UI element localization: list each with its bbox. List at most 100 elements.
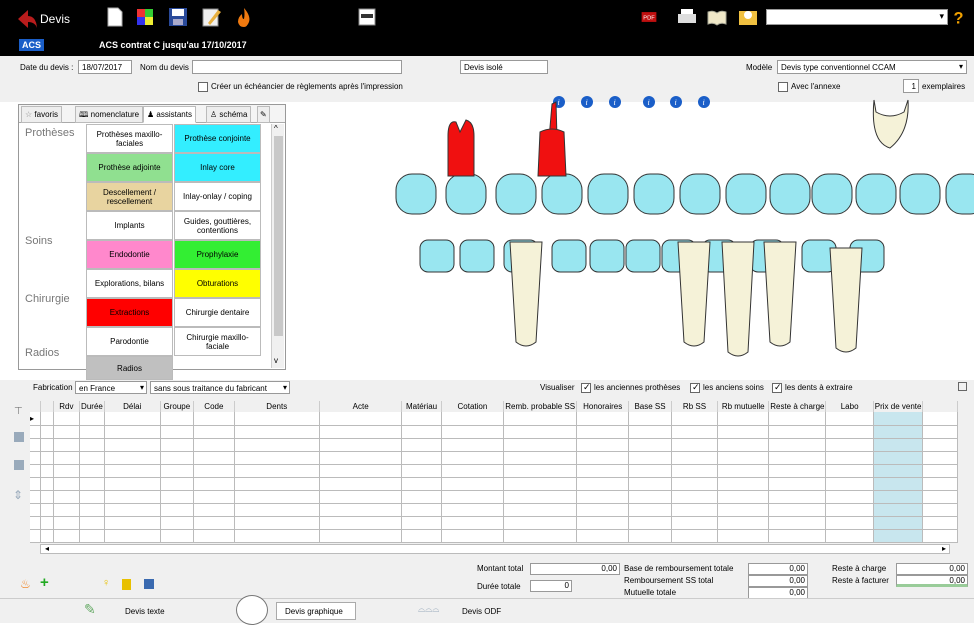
act-button[interactable]: Prothèse conjointe bbox=[174, 124, 261, 153]
table-cell[interactable] bbox=[401, 438, 442, 452]
lower-tooth-natural[interactable] bbox=[509, 241, 543, 347]
table-cell[interactable] bbox=[671, 503, 719, 517]
table-cell[interactable] bbox=[503, 503, 578, 517]
column-header[interactable]: Rb SS bbox=[671, 401, 719, 412]
table-cell[interactable] bbox=[30, 477, 42, 491]
table-cell[interactable] bbox=[628, 503, 672, 517]
table-cell[interactable] bbox=[628, 516, 672, 530]
table-cell[interactable] bbox=[768, 425, 827, 439]
act-button[interactable]: Endodontie bbox=[86, 240, 173, 269]
opt-anciennes-protheses[interactable]: les anciennes prothèses bbox=[581, 381, 680, 394]
table-cell[interactable] bbox=[40, 529, 54, 543]
table-cell[interactable] bbox=[717, 412, 770, 426]
table-cell[interactable] bbox=[873, 490, 924, 504]
upper-tooth-crown[interactable] bbox=[899, 173, 941, 215]
upper-tooth-crown[interactable] bbox=[945, 173, 974, 215]
table-cell[interactable] bbox=[319, 412, 403, 426]
scroll-right-icon[interactable]: ▸ bbox=[942, 544, 946, 553]
table-cell[interactable] bbox=[441, 412, 505, 426]
table-cell[interactable] bbox=[768, 490, 827, 504]
table-cell[interactable] bbox=[873, 438, 924, 452]
column-header[interactable]: Labo bbox=[825, 401, 874, 412]
info-icon[interactable]: i bbox=[609, 96, 621, 108]
table-cell[interactable] bbox=[873, 425, 924, 439]
act-button[interactable]: Chirurgie maxillo-faciale bbox=[174, 327, 261, 356]
table-cell[interactable] bbox=[873, 529, 924, 543]
tab-favoris[interactable]: ☆ favoris bbox=[21, 106, 62, 123]
table-cell[interactable] bbox=[319, 464, 403, 478]
column-header[interactable]: Acte bbox=[319, 401, 403, 412]
table-cell[interactable] bbox=[40, 425, 54, 439]
table-cell[interactable] bbox=[104, 477, 161, 491]
table-cell[interactable] bbox=[79, 503, 105, 517]
type-field[interactable]: Devis isolé bbox=[460, 60, 548, 74]
table-cell[interactable] bbox=[503, 425, 578, 439]
table-cell[interactable] bbox=[79, 477, 105, 491]
table-cell[interactable] bbox=[768, 451, 827, 465]
flame-icon[interactable] bbox=[233, 6, 255, 28]
scroll-thumb[interactable] bbox=[274, 136, 283, 336]
info-icon[interactable]: i bbox=[558, 98, 560, 107]
name-field[interactable] bbox=[192, 60, 402, 74]
echeancier-checkbox[interactable] bbox=[198, 81, 208, 92]
table-cell[interactable] bbox=[768, 503, 827, 517]
move-down-icon[interactable] bbox=[14, 460, 24, 470]
table-cell[interactable] bbox=[628, 464, 672, 478]
extraction-crown[interactable] bbox=[537, 128, 567, 177]
table-cell[interactable] bbox=[441, 516, 505, 530]
table-cell[interactable]: ▸ bbox=[30, 412, 42, 426]
info-icon[interactable]: i bbox=[648, 98, 650, 107]
table-cell[interactable] bbox=[160, 464, 195, 478]
table-cell[interactable] bbox=[717, 438, 770, 452]
chevron-down-icon[interactable]: v bbox=[274, 356, 278, 365]
table-cell[interactable] bbox=[441, 529, 505, 543]
table-cell[interactable] bbox=[53, 412, 81, 426]
table-cell[interactable] bbox=[160, 516, 195, 530]
info-icon[interactable]: i bbox=[586, 98, 588, 107]
table-cell[interactable] bbox=[160, 425, 195, 439]
table-cell[interactable] bbox=[53, 477, 81, 491]
table-cell[interactable] bbox=[193, 438, 235, 452]
table-cell[interactable] bbox=[79, 438, 105, 452]
column-header[interactable]: Reste à charge bbox=[768, 401, 827, 412]
table-row[interactable]: ▸ bbox=[30, 412, 958, 426]
tab-devis-odf[interactable]: Devis ODF bbox=[462, 607, 501, 616]
upper-tooth-crown[interactable] bbox=[679, 173, 721, 215]
table-row[interactable] bbox=[30, 503, 958, 517]
table-cell[interactable] bbox=[768, 412, 827, 426]
column-header[interactable]: Code bbox=[193, 401, 235, 412]
table-cell[interactable] bbox=[825, 438, 874, 452]
table-cell[interactable] bbox=[30, 490, 42, 504]
table-cell[interactable] bbox=[234, 516, 320, 530]
table-row[interactable] bbox=[30, 464, 958, 478]
email-icon[interactable] bbox=[737, 6, 759, 28]
table-cell[interactable] bbox=[873, 451, 924, 465]
table-cell[interactable] bbox=[441, 477, 505, 491]
table-cell[interactable] bbox=[160, 412, 195, 426]
table-cell[interactable] bbox=[40, 464, 54, 478]
table-cell[interactable] bbox=[576, 490, 630, 504]
reorder-icon[interactable]: ⇕ bbox=[13, 488, 23, 502]
cube-icon[interactable] bbox=[134, 6, 156, 28]
table-cell[interactable] bbox=[768, 529, 827, 543]
annexe-checkbox[interactable] bbox=[778, 81, 788, 92]
table-cell[interactable] bbox=[717, 490, 770, 504]
table-cell[interactable] bbox=[53, 438, 81, 452]
table-cell[interactable] bbox=[30, 529, 42, 543]
table-cell[interactable] bbox=[576, 503, 630, 517]
table-cell[interactable] bbox=[825, 529, 874, 543]
table-cell[interactable] bbox=[104, 490, 161, 504]
column-header[interactable] bbox=[30, 401, 42, 412]
lower-tooth-crown[interactable] bbox=[625, 239, 661, 273]
table-cell[interactable] bbox=[576, 516, 630, 530]
table-cell[interactable] bbox=[160, 529, 195, 543]
table-cell[interactable] bbox=[576, 438, 630, 452]
table-cell[interactable] bbox=[922, 451, 958, 465]
new-document-icon[interactable] bbox=[104, 6, 126, 28]
table-cell[interactable] bbox=[717, 529, 770, 543]
table-cell[interactable] bbox=[922, 477, 958, 491]
table-cell[interactable] bbox=[503, 477, 578, 491]
lower-tooth-natural[interactable] bbox=[721, 241, 755, 357]
table-cell[interactable] bbox=[401, 503, 442, 517]
table-cell[interactable] bbox=[922, 503, 958, 517]
